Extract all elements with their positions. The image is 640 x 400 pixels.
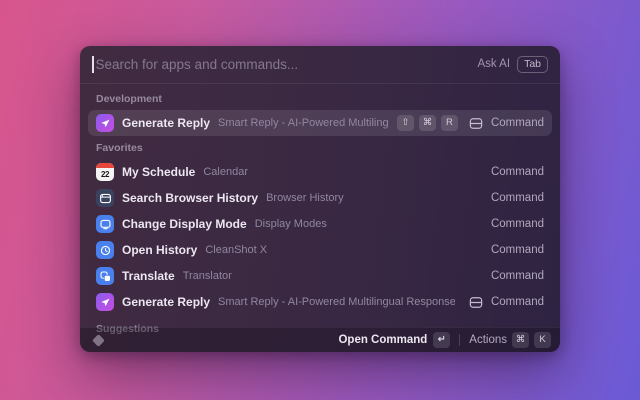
- search-bar: Ask AI Tab: [80, 46, 560, 84]
- command-key-badge: ⌘: [419, 115, 436, 131]
- window-icon: [469, 117, 483, 130]
- clock-history-icon: [96, 241, 114, 259]
- smart-reply-icon: [96, 114, 114, 132]
- calendar-day-number: 22: [96, 168, 114, 181]
- command-key-badge: ⌘: [512, 332, 529, 348]
- results-list: Development Generate Reply Smart Reply -…: [80, 84, 560, 336]
- display-mode-icon: [96, 215, 114, 233]
- item-title: Generate Reply: [122, 295, 210, 309]
- footer-divider: [459, 334, 460, 346]
- section-header-favorites: Favorites: [96, 141, 544, 155]
- ask-ai-button[interactable]: Ask AI Tab: [477, 56, 548, 73]
- actions-label: Actions: [469, 334, 507, 346]
- item-subtitle: Browser History: [266, 192, 344, 204]
- open-command-button[interactable]: Open Command ↵: [338, 332, 450, 348]
- window-icon: [469, 296, 483, 309]
- list-item-open-history[interactable]: Open History CleanShot X Command: [88, 237, 552, 263]
- launcher-window: Ask AI Tab Development Generate Reply Sm…: [80, 46, 560, 352]
- item-subtitle: Calendar: [203, 166, 248, 178]
- shift-key-badge: ⇧: [397, 115, 414, 131]
- footer-bar: Open Command ↵ Actions ⌘ K: [80, 327, 560, 352]
- list-item-generate-reply-dev[interactable]: Generate Reply Smart Reply - AI-Powered …: [88, 110, 552, 136]
- item-subtitle: Smart Reply - AI-Powered Multilingual Re…: [218, 296, 455, 308]
- calendar-icon: 22: [96, 163, 114, 181]
- item-type-label: Command: [491, 218, 544, 230]
- item-title: Translate: [122, 269, 175, 283]
- item-title: Generate Reply: [122, 116, 210, 130]
- item-type-label: Command: [491, 270, 544, 282]
- item-title: Search Browser History: [122, 191, 258, 205]
- smart-reply-icon: [96, 293, 114, 311]
- item-type-label: Command: [491, 117, 544, 129]
- item-subtitle: Translator: [183, 270, 232, 282]
- item-subtitle: CleanShot X: [205, 244, 267, 256]
- text-caret: [92, 56, 94, 73]
- raycast-logo-icon: [89, 336, 107, 345]
- item-subtitle: Smart Reply - AI-Powered Multilingual Re…: [218, 117, 389, 129]
- ask-ai-label: Ask AI: [477, 58, 510, 70]
- list-item-change-display-mode[interactable]: Change Display Mode Display Modes Comman…: [88, 211, 552, 237]
- item-title: Open History: [122, 243, 197, 257]
- r-key-badge: R: [441, 115, 458, 131]
- search-input[interactable]: [96, 57, 478, 72]
- item-title: My Schedule: [122, 165, 195, 179]
- list-item-translate[interactable]: Translate Translator Command: [88, 263, 552, 289]
- item-type-label: Command: [491, 166, 544, 178]
- k-key-badge: K: [534, 332, 551, 348]
- item-type-label: Command: [491, 244, 544, 256]
- section-header-development: Development: [96, 92, 544, 106]
- list-item-search-browser-history[interactable]: Search Browser History Browser History C…: [88, 185, 552, 211]
- translate-icon: [96, 267, 114, 285]
- return-key-badge: ↵: [433, 332, 450, 348]
- open-command-label: Open Command: [338, 334, 427, 346]
- list-item-generate-reply-fav[interactable]: Generate Reply Smart Reply - AI-Powered …: [88, 289, 552, 315]
- item-type-label: Command: [491, 192, 544, 204]
- actions-button[interactable]: Actions ⌘ K: [469, 332, 551, 348]
- item-subtitle: Display Modes: [255, 218, 327, 230]
- item-title: Change Display Mode: [122, 217, 247, 231]
- list-item-my-schedule[interactable]: 22 My Schedule Calendar Command: [88, 159, 552, 185]
- item-type-label: Command: [491, 296, 544, 308]
- tab-key-badge: Tab: [517, 56, 548, 73]
- browser-history-icon: [96, 189, 114, 207]
